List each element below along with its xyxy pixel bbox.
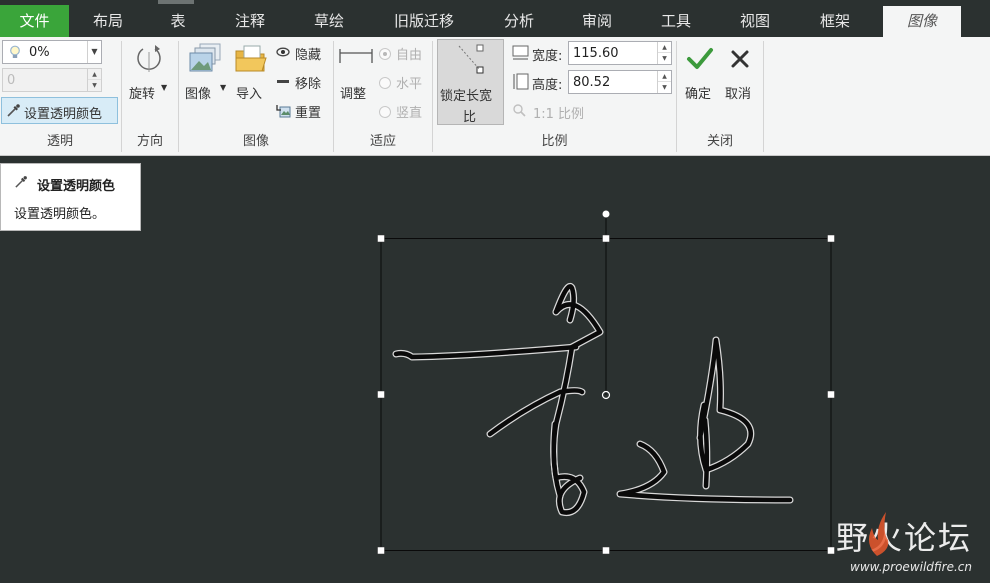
set-transparent-color-button[interactable]: 设置透明颜色 — [1, 97, 118, 124]
tab-view[interactable]: 视图 — [718, 6, 792, 37]
import-label: 导入 — [236, 87, 263, 102]
rotate-label: 旋转 — [129, 87, 156, 102]
tooltip: 设置透明颜色 设置透明颜色。 — [0, 163, 141, 231]
adjust-label: 调整 — [340, 87, 367, 102]
height-input[interactable] — [569, 71, 671, 93]
ribbon-tab-bar: 文件 布局 表 注释 草绘 旧版迁移 分析 审阅 工具 视图 框架 图像 — [0, 0, 990, 37]
group-label-image: 图像 — [242, 134, 269, 149]
lock-aspect-ratio-label-2: 比 — [463, 110, 477, 125]
image-stack-icon — [189, 43, 221, 72]
one-to-one-scale-button[interactable]: 1:1 比例 — [511, 101, 601, 123]
transparency-percent-combo[interactable]: ▼ — [2, 40, 102, 64]
hide-button[interactable]: 隐藏 — [274, 43, 330, 63]
rotate-dropdown-icon: ▼ — [161, 83, 168, 92]
height-label: 高度: — [532, 78, 563, 93]
resize-handle-top-right[interactable] — [827, 234, 835, 243]
reset-button[interactable]: 重置 — [274, 101, 330, 121]
fit-vertical-radio[interactable] — [379, 106, 391, 118]
width-label: 宽度: — [532, 49, 563, 64]
remove-button[interactable]: 移除 — [274, 72, 330, 92]
fit-horizontal-radio[interactable] — [379, 77, 391, 89]
group-label-fit: 适应 — [369, 134, 396, 149]
tab-layout[interactable]: 布局 — [72, 6, 144, 37]
resize-handle-bottom[interactable] — [602, 546, 610, 555]
image-menu-button[interactable]: 图像 ▼ — [182, 41, 230, 109]
flame-icon — [868, 512, 889, 556]
resize-handle-top[interactable] — [602, 234, 610, 243]
fit-vertical-label: 竖直 — [396, 106, 423, 121]
transparency-value-spinner[interactable]: ▲▼ — [2, 68, 102, 92]
magnifier-icon — [513, 104, 526, 117]
rotation-handle[interactable] — [602, 210, 610, 218]
width-input[interactable] — [569, 42, 671, 64]
fit-free-label: 自由 — [396, 48, 423, 63]
tab-legacy-migration[interactable]: 旧版迁移 — [370, 6, 478, 37]
tab-sketch[interactable]: 草绘 — [292, 6, 366, 37]
group-label-direction: 方向 — [136, 134, 163, 149]
folder-icon — [235, 45, 267, 72]
fit-free-radio[interactable] — [379, 48, 391, 60]
close-icon — [731, 50, 749, 68]
eyedropper-icon — [15, 176, 27, 188]
fit-width-icon — [339, 49, 373, 63]
rotate-icon — [137, 45, 161, 72]
spinner-arrows[interactable]: ▲ ▼ — [657, 42, 671, 64]
height-spinner[interactable]: ▲▼ — [568, 70, 672, 94]
minus-icon — [277, 80, 289, 83]
check-icon — [687, 48, 713, 69]
resize-handle-bottom-left[interactable] — [377, 546, 385, 555]
image-menu-label: 图像 — [185, 87, 212, 102]
group-label-scale: 比例 — [541, 134, 568, 149]
rotate-button[interactable]: 旋转 ▼ — [126, 41, 174, 109]
resize-handle-right[interactable] — [827, 390, 835, 399]
resize-handle-left[interactable] — [377, 390, 385, 399]
watermark-url: www.proewildfire.cn — [850, 560, 972, 574]
eye-icon — [276, 47, 290, 57]
set-transparent-color-label: 设置透明颜色 — [24, 107, 103, 122]
image-dropdown-icon: ▼ — [220, 83, 227, 92]
import-button[interactable]: 导入 — [232, 41, 272, 109]
spinner-arrows[interactable]: ▲ ▼ — [657, 71, 671, 93]
chevron-down-icon[interactable]: ▼ — [87, 41, 101, 63]
lock-aspect-ratio-button[interactable]: 锁定长宽 比 — [437, 39, 504, 125]
width-icon — [512, 45, 529, 60]
group-label-close: 关闭 — [706, 134, 733, 149]
height-icon — [513, 73, 529, 90]
reset-label: 重置 — [295, 106, 322, 121]
lock-aspect-ratio-icon — [458, 44, 484, 74]
tooltip-description: 设置透明颜色。 — [14, 207, 106, 222]
tab-tools[interactable]: 工具 — [638, 6, 714, 37]
spinner-arrows[interactable]: ▲ ▼ — [87, 69, 101, 91]
adjust-button[interactable]: 调整 — [336, 41, 376, 109]
group-label-transparency: 透明 — [46, 134, 73, 149]
reset-image-icon — [276, 105, 291, 118]
cancel-button[interactable]: 取消 — [721, 41, 759, 109]
title-bar-strip — [158, 0, 194, 4]
tab-review[interactable]: 审阅 — [560, 6, 634, 37]
tab-image[interactable]: 图像 — [883, 6, 961, 37]
tab-table[interactable]: 表 — [148, 6, 208, 37]
light-bulb-icon — [10, 45, 20, 58]
tab-file[interactable]: 文件 — [0, 5, 69, 37]
signature-image — [392, 283, 794, 517]
watermark-name: 野火论坛 — [835, 519, 972, 557]
remove-label: 移除 — [295, 77, 322, 92]
group-divider — [763, 41, 764, 152]
ribbon: ▼ ▲▼ 设置透明颜色 透明 旋转 ▼ 方向 — [0, 37, 990, 156]
one-to-one-scale-label: 1:1 比例 — [533, 107, 585, 122]
tab-frame[interactable]: 框架 — [796, 6, 874, 37]
eyedropper-icon — [7, 104, 20, 117]
confirm-button[interactable]: 确定 — [681, 41, 719, 109]
fit-horizontal-label: 水平 — [396, 77, 423, 92]
cancel-label: 取消 — [725, 87, 752, 102]
confirm-label: 确定 — [685, 87, 712, 102]
tab-analysis[interactable]: 分析 — [482, 6, 556, 37]
lock-aspect-ratio-label-1: 锁定长宽 — [440, 89, 493, 104]
tab-annotate[interactable]: 注释 — [212, 6, 288, 37]
tooltip-title: 设置透明颜色 — [37, 179, 116, 194]
forum-watermark: 野火论坛 www.proewildfire.cn — [802, 512, 972, 574]
width-spinner[interactable]: ▲▼ — [568, 41, 672, 65]
resize-handle-top-left[interactable] — [377, 234, 385, 243]
hide-label: 隐藏 — [295, 48, 322, 63]
